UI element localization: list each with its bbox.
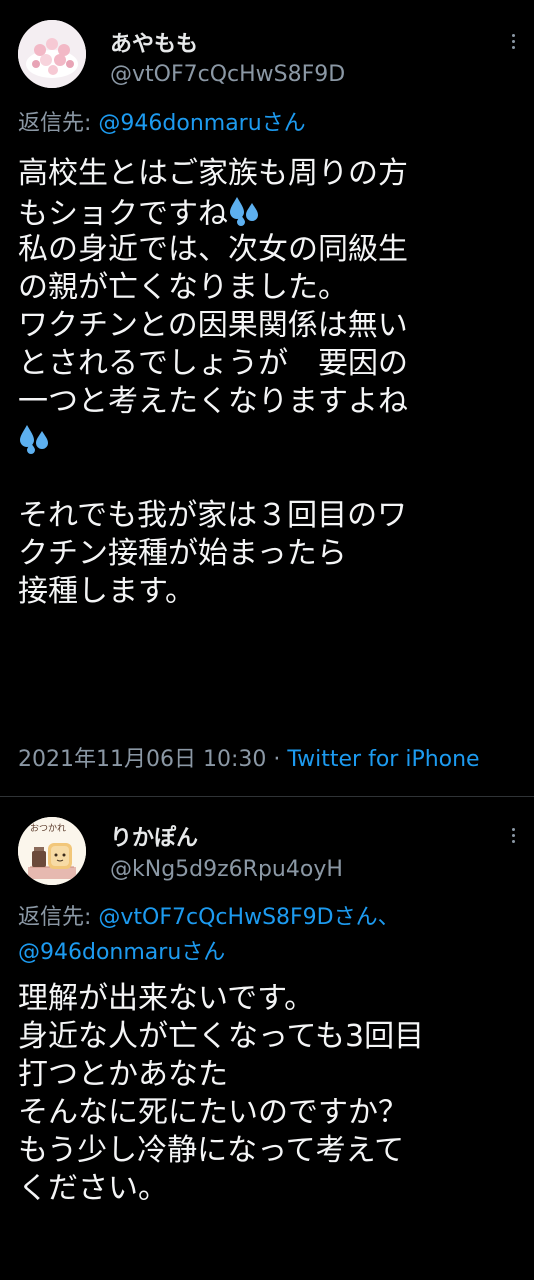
reply-prefix: 返信先: [18, 905, 99, 930]
body-line [18, 421, 523, 459]
body-line: もショクですね [18, 193, 523, 232]
tweet-1[interactable]: あやもも @vtOF7cQcHwS8F9D 返信先: @946donmaruさん… [0, 0, 534, 795]
body-line: の親が亡くなりました。 [18, 270, 348, 305]
client-link[interactable]: Twitter for iPhone [287, 747, 479, 772]
tweet-2[interactable]: おつかれ りかぽん @kNg5d9z6Rpu4oyH 返信先: @vtOF7cQ… [0, 797, 534, 1280]
body-line: 理解が出来ないです。 [18, 981, 315, 1016]
handle[interactable]: @kNg5d9z6Rpu4oyH [110, 857, 343, 882]
avatar-caption: おつかれ [30, 824, 67, 834]
reply-suffix[interactable]: さん [181, 940, 225, 965]
avatar-image [18, 20, 86, 88]
mention-link[interactable]: @vtOF7cQcHwS8F9D [98, 905, 333, 930]
body-line: 私の身近では、次女の同級生 [18, 232, 408, 267]
body-line: そんなに死にたいのですか？ [18, 1095, 408, 1130]
reply-to: 返信先: @vtOF7cQcHwS8F9Dさん、 [18, 901, 400, 935]
tweet-meta: 2021年11月06日 10:30 · Twitter for iPhone [18, 741, 480, 773]
tweet-body: 高校生とはご家族も周りの方 もショクですね 私の身近では、次女の同級生 の親が亡… [18, 155, 523, 611]
mention-link[interactable]: @946donmaru [98, 111, 261, 136]
reply-suffix[interactable]: さん [262, 111, 306, 136]
timestamp[interactable]: 2021年11月06日 10:30 [18, 747, 266, 772]
display-name[interactable]: あやもも [110, 26, 198, 58]
body-blank-line [18, 459, 523, 497]
reply-suffix[interactable]: さん、 [334, 905, 400, 930]
meta-separator: · [266, 747, 288, 772]
avatar[interactable] [18, 20, 86, 88]
more-options-icon[interactable] [512, 828, 516, 843]
body-line: とされるでしょうが 要因の [18, 346, 408, 381]
body-line: 身近な人が亡くなっても3回目 [18, 1019, 425, 1054]
display-name[interactable]: りかぽん [110, 820, 198, 852]
mention-link[interactable]: @946donmaru [18, 940, 181, 965]
body-line: ワクチンとの因果関係は無い [18, 308, 408, 343]
reply-to-line-2: @946donmaruさん [18, 936, 225, 970]
body-line: クチン接種が始まったら [18, 536, 347, 571]
tweet-body: 理解が出来ないです。 身近な人が亡くなっても3回目 打つとかあなた そんなに死に… [18, 980, 523, 1208]
sweat-droplets-icon [18, 421, 52, 465]
body-line: それでも我が家は３回目のワ [18, 498, 408, 533]
more-options-icon[interactable] [512, 34, 516, 49]
reply-to: 返信先: @946donmaruさん [18, 107, 306, 141]
body-line: 接種します。 [18, 574, 195, 609]
body-line: ください。 [18, 1171, 168, 1206]
body-line: もう少し冷静になって考えて [18, 1133, 405, 1168]
body-line: 高校生とはご家族も周りの方 [18, 156, 408, 191]
reply-prefix: 返信先: [18, 111, 99, 136]
handle[interactable]: @vtOF7cQcHwS8F9D [110, 62, 345, 87]
body-line: 一つと考えたくなりますよね [18, 384, 408, 419]
body-line: 打つとかあなた [18, 1057, 228, 1092]
